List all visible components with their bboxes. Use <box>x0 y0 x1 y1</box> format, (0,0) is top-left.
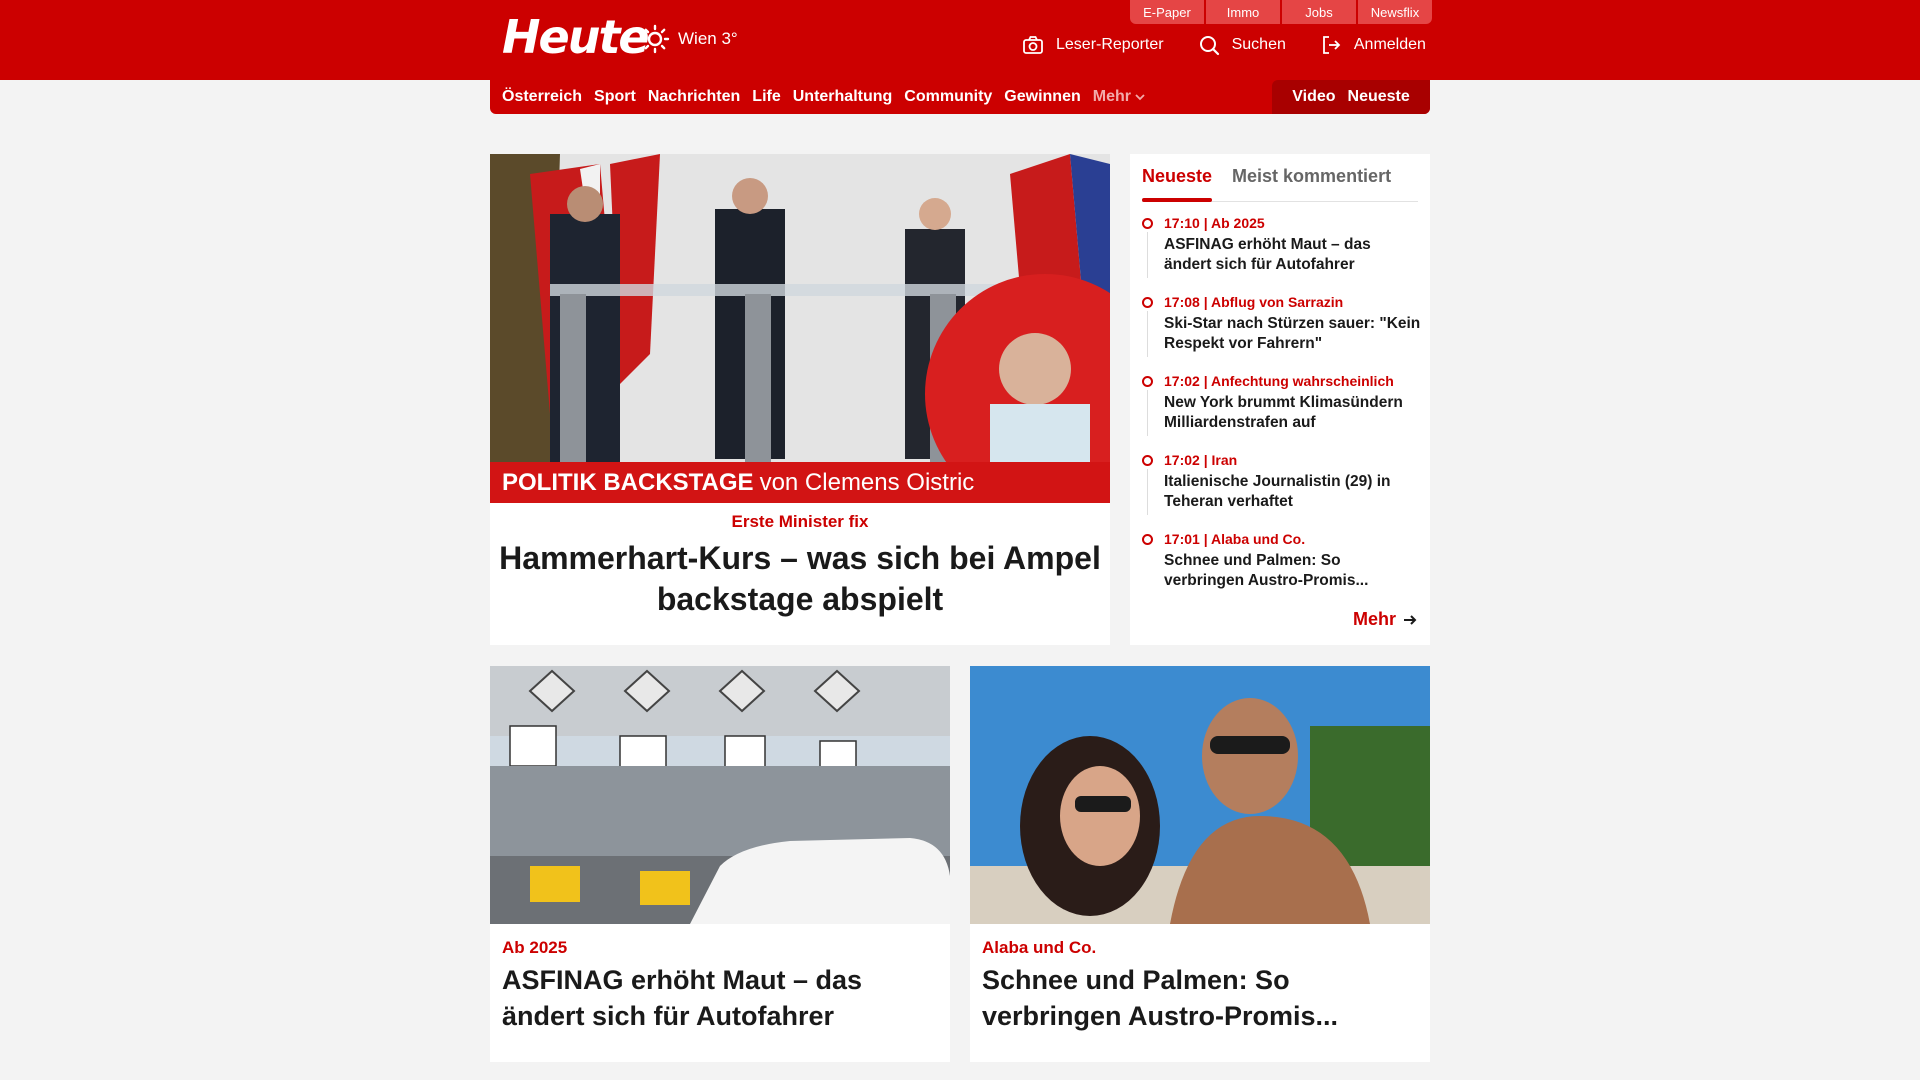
timeline-line <box>1147 311 1148 357</box>
news-meta: 17:08 | Abflug von Sarrazin <box>1164 294 1344 310</box>
nav-item-video[interactable]: Video <box>1292 88 1335 106</box>
news-meta: 17:02 | Anfechtung wahrscheinlich <box>1164 373 1394 389</box>
nav-more-label: Mehr <box>1092 88 1131 105</box>
nav-right-group: Video Neueste <box>1272 80 1430 114</box>
more-link[interactable]: Mehr <box>1353 609 1418 630</box>
leser-reporter-label: Leser-Reporter <box>1056 36 1164 53</box>
hero-banner-bold: POLITIK BACKSTAGE <box>502 468 754 496</box>
hero-article[interactable]: POLITIK BACKSTAGE von Clemens Oistric Er… <box>490 154 1110 645</box>
news-title[interactable]: ASFINAG erhöht Maut – das ändert sich fü… <box>1164 235 1422 275</box>
hero-banner-author: von Clemens Oistric <box>759 468 975 496</box>
arrow-right-icon <box>1404 614 1417 625</box>
nav-item-sport[interactable]: Sport <box>594 88 636 106</box>
news-title[interactable]: Schnee und Palmen: So verbringen Austro-… <box>1164 551 1422 591</box>
latest-news-sidebar: Neueste Meist kommentiert 17:10 | Ab 202… <box>1130 154 1430 645</box>
news-title[interactable]: Italienische Journalistin (29) in Tehera… <box>1164 472 1422 512</box>
tab-neueste[interactable]: Neueste <box>1142 162 1213 202</box>
nav-item-oesterreich[interactable]: Österreich <box>502 88 582 106</box>
nav-item-neueste[interactable]: Neueste <box>1348 88 1410 106</box>
news-meta: 17:02 | Iran <box>1164 452 1238 468</box>
news-list: 17:10 | Ab 2025 ASFINAG erhöht Maut – da… <box>1142 214 1422 609</box>
card-image-beach-couple <box>970 666 1430 924</box>
list-item[interactable]: 17:02 | Iran Italienische Journalistin (… <box>1142 451 1422 530</box>
hero-image: POLITIK BACKSTAGE von Clemens Oistric <box>490 154 1110 503</box>
login-icon <box>1322 36 1341 54</box>
search-label: Suchen <box>1231 36 1286 53</box>
nav-item-community[interactable]: Community <box>904 88 992 106</box>
site-logo[interactable]: Heute <box>502 10 650 64</box>
hero-photo-illustration <box>490 154 1110 503</box>
weather-widget[interactable]: Wien 3° <box>640 24 738 54</box>
more-link-label: Mehr <box>1352 609 1396 629</box>
card-image-toll-station <box>490 666 950 924</box>
list-item[interactable]: 17:10 | Ab 2025 ASFINAG erhöht Maut – da… <box>1142 214 1422 293</box>
main-nav: Österreich Sport Nachrichten Life Unterh… <box>490 80 1430 114</box>
timeline-line <box>1147 232 1148 278</box>
timeline-dot <box>1142 297 1153 308</box>
login-label: Anmelden <box>1353 36 1426 53</box>
timeline-dot <box>1142 218 1153 229</box>
article-card-promis[interactable]: Alaba und Co. Schnee und Palmen: So verb… <box>970 666 1430 1062</box>
hero-banner: POLITIK BACKSTAGE von Clemens Oistric <box>490 462 1110 503</box>
timeline-dot <box>1142 455 1153 466</box>
news-title[interactable]: Ski-Star nach Stürzen sauer: "Kein Respe… <box>1164 314 1422 354</box>
card-title[interactable]: Schnee und Palmen: So verbringen Austro-… <box>982 962 1418 1034</box>
nav-item-gewinnen[interactable]: Gewinnen <box>1004 88 1080 106</box>
nav-item-unterhaltung[interactable]: Unterhaltung <box>793 88 893 106</box>
login-button[interactable]: Anmelden <box>1320 34 1426 56</box>
service-tab-newsflix[interactable]: Newsflix <box>1358 0 1432 24</box>
service-tab-epaper[interactable]: E-Paper <box>1130 0 1204 24</box>
timeline-line <box>1147 390 1148 436</box>
nav-items: Österreich Sport Nachrichten Life Unterh… <box>502 80 1145 114</box>
nav-item-life[interactable]: Life <box>752 88 780 106</box>
timeline-dot <box>1142 376 1153 387</box>
top-header: Heute Wien 3° E-Paper Immo Jobs Newsflix… <box>0 0 1920 80</box>
card-title[interactable]: ASFINAG erhöht Maut – das ändert sich fü… <box>502 962 938 1034</box>
news-title[interactable]: New York brummt Klimasündern Milliardens… <box>1164 393 1422 433</box>
hero-kicker: Erste Minister fix <box>731 512 869 531</box>
search-button[interactable]: Suchen <box>1198 34 1286 56</box>
hero-title[interactable]: Hammerhart-Kurs – was sich bei Ampel bac… <box>490 538 1110 620</box>
nav-more-dropdown[interactable]: Mehr <box>1093 88 1145 106</box>
sidebar-tabs: Neueste Meist kommentiert <box>1142 162 1418 202</box>
tab-meist-kommentiert[interactable]: Meist kommentiert <box>1232 162 1391 201</box>
nav-item-nachrichten[interactable]: Nachrichten <box>648 88 740 106</box>
list-item[interactable]: 17:08 | Abflug von Sarrazin Ski-Star nac… <box>1142 293 1422 372</box>
service-tab-jobs[interactable]: Jobs <box>1282 0 1356 24</box>
news-meta: 17:10 | Ab 2025 <box>1164 215 1265 231</box>
article-card-asfinag[interactable]: Ab 2025 ASFINAG erhöht Maut – das ändert… <box>490 666 950 1062</box>
list-item[interactable]: 17:01 | Alaba und Co. Schnee und Palmen:… <box>1142 530 1422 609</box>
card-kicker: Ab 2025 <box>502 938 568 957</box>
news-meta: 17:01 | Alaba und Co. <box>1164 531 1306 547</box>
list-item[interactable]: 17:02 | Anfechtung wahrscheinlich New Yo… <box>1142 372 1422 451</box>
service-tab-immo[interactable]: Immo <box>1206 0 1280 24</box>
chevron-down-icon <box>1135 94 1145 101</box>
sun-icon <box>640 24 670 54</box>
timeline-line <box>1147 469 1148 515</box>
timeline-dot <box>1142 534 1153 545</box>
weather-text: Wien 3° <box>678 29 738 48</box>
camera-icon <box>1023 36 1043 54</box>
card-kicker: Alaba und Co. <box>982 938 1097 957</box>
leser-reporter-button[interactable]: Leser-Reporter <box>1022 34 1164 56</box>
header-actions: Leser-Reporter Suchen Anmelden <box>1022 34 1426 56</box>
search-icon <box>1199 36 1219 56</box>
service-tabs: E-Paper Immo Jobs Newsflix <box>1130 0 1432 24</box>
